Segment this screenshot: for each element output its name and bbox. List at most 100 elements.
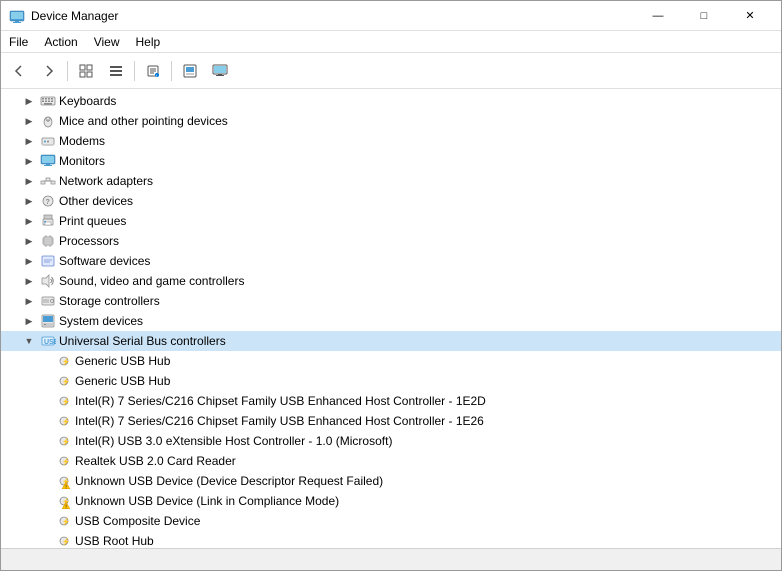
tree-item-keyboards[interactable]: ▶ Keyboards [1, 91, 781, 111]
toolbar-view3[interactable] [176, 57, 204, 85]
expand-software[interactable]: ▶ [21, 253, 37, 269]
menu-help[interactable]: Help [128, 33, 169, 51]
expand-mice[interactable]: ▶ [21, 113, 37, 129]
usb-intel1-label: Intel(R) 7 Series/C216 Chipset Family US… [75, 394, 486, 408]
storage-label: Storage controllers [59, 294, 160, 308]
tree-item-storage[interactable]: ▶ Storage controllers [1, 291, 781, 311]
usb-device-icon-1: ⚡ [56, 353, 72, 369]
tree-item-sound[interactable]: ▶ Sound, video and game controllers [1, 271, 781, 291]
usb-device-icon-9: ⚡ [56, 513, 72, 529]
tree-item-system[interactable]: ▶ System devices [1, 311, 781, 331]
expand-keyboards[interactable]: ▶ [21, 93, 37, 109]
usb-composite-label: USB Composite Device [75, 514, 200, 528]
svg-text:⚡: ⚡ [62, 537, 71, 546]
expand-network[interactable]: ▶ [21, 173, 37, 189]
usb-realtek-label: Realtek USB 2.0 Card Reader [75, 454, 236, 468]
toolbar-view1[interactable] [72, 57, 100, 85]
usb-device-icon-5: ⚡ [56, 433, 72, 449]
tree-item-usb-hub-1[interactable]: ▶ ⚡ Generic USB Hub [1, 351, 781, 371]
svg-text:⚡: ⚡ [62, 357, 71, 366]
network-icon [40, 173, 56, 189]
expand-system[interactable]: ▶ [21, 313, 37, 329]
system-icon [40, 313, 56, 329]
svg-text:⚡: ⚡ [62, 417, 71, 426]
expand-sound[interactable]: ▶ [21, 273, 37, 289]
tree-item-usb-intel-3[interactable]: ▶ ⚡ Intel(R) USB 3.0 eXtensible Host Con… [1, 431, 781, 451]
tree-item-usb-root-1[interactable]: ▶ ⚡ USB Root Hub [1, 531, 781, 548]
tree-panel[interactable]: ▶ Keyboards [1, 89, 781, 548]
usb-root1-label: USB Root Hub [75, 534, 154, 548]
tree-item-printq[interactable]: ▶ Print queues [1, 211, 781, 231]
menu-file[interactable]: File [1, 33, 36, 51]
app-icon [9, 8, 25, 24]
usb-device-icon-2: ⚡ [56, 373, 72, 389]
toolbar-sep-3 [171, 61, 172, 81]
maximize-button[interactable]: □ [681, 1, 727, 31]
usb-intel2-label: Intel(R) 7 Series/C216 Chipset Family US… [75, 414, 484, 428]
expand-printq[interactable]: ▶ [21, 213, 37, 229]
svg-text:⚡: ⚡ [62, 457, 71, 466]
usb-icon: USB [40, 333, 56, 349]
expand-storage[interactable]: ▶ [21, 293, 37, 309]
monitor-icon [40, 153, 56, 169]
storage-icon [40, 293, 56, 309]
tree-item-network[interactable]: ▶ Network adapters [1, 171, 781, 191]
processor-icon [40, 233, 56, 249]
toolbar-properties[interactable]: i [139, 57, 167, 85]
svg-text:⚡: ⚡ [62, 397, 71, 406]
toolbar-monitor[interactable] [206, 57, 234, 85]
toolbar: i [1, 53, 781, 89]
menu-view[interactable]: View [86, 33, 128, 51]
tree-item-usb-intel-2[interactable]: ▶ ⚡ Intel(R) 7 Series/C216 Chipset Famil… [1, 411, 781, 431]
sound-icon [40, 273, 56, 289]
toolbar-sep-1 [67, 61, 68, 81]
usb-device-icon-3: ⚡ [56, 393, 72, 409]
tree-item-monitors[interactable]: ▶ Monitors [1, 151, 781, 171]
tree-item-other[interactable]: ▶ ? Other devices [1, 191, 781, 211]
title-bar: Device Manager — □ ✕ [1, 1, 781, 31]
tree-item-processors[interactable]: ▶ [1, 231, 781, 251]
software-icon [40, 253, 56, 269]
usb-warning-icon-1: ⚡ ! [56, 473, 72, 489]
expand-usb[interactable]: ▼ [21, 333, 37, 349]
usb-warning-icon-2: ⚡ ! [56, 493, 72, 509]
toolbar-forward[interactable] [35, 57, 63, 85]
toolbar-back[interactable] [5, 57, 33, 85]
tree-item-software[interactable]: ▶ Software devices [1, 251, 781, 271]
usb-device-icon-6: ⚡ [56, 453, 72, 469]
menu-bar: File Action View Help [1, 31, 781, 53]
usb-intel3-label: Intel(R) USB 3.0 eXtensible Host Control… [75, 434, 392, 448]
usb-hub2-label: Generic USB Hub [75, 374, 170, 388]
expand-processors[interactable]: ▶ [21, 233, 37, 249]
tree-item-mice[interactable]: ▶ Mice and other pointing devices [1, 111, 781, 131]
svg-text:?: ? [46, 199, 50, 206]
usb-unknown2-label: Unknown USB Device (Link in Compliance M… [75, 494, 339, 508]
expand-other[interactable]: ▶ [21, 193, 37, 209]
tree-item-usb-unknown-1[interactable]: ▶ ⚡ ! Unknown USB Device (Device Descrip… [1, 471, 781, 491]
usb-hub1-label: Generic USB Hub [75, 354, 170, 368]
tree-item-usb[interactable]: ▼ USB Universal Serial Bus controllers [1, 331, 781, 351]
usb-device-icon-4: ⚡ [56, 413, 72, 429]
svg-text:⚡: ⚡ [62, 517, 71, 526]
tree-item-usb-realtek[interactable]: ▶ ⚡ Realtek USB 2.0 Card Reader [1, 451, 781, 471]
device-manager-window: Device Manager — □ ✕ File Action View He… [0, 0, 782, 571]
tree-item-modems[interactable]: ▶ Modems [1, 131, 781, 151]
printer-icon [40, 213, 56, 229]
printq-label: Print queues [59, 214, 126, 228]
svg-text:⚡: ⚡ [62, 377, 71, 386]
modem-icon [40, 133, 56, 149]
tree-item-usb-hub-2[interactable]: ▶ ⚡ Generic USB Hub [1, 371, 781, 391]
window-controls: — □ ✕ [635, 1, 773, 31]
tree-item-usb-intel-1[interactable]: ▶ ⚡ Intel(R) 7 Series/C216 Chipset Famil… [1, 391, 781, 411]
tree-item-usb-unknown-2[interactable]: ▶ ⚡ ! Unknown USB Device (Link in Compli… [1, 491, 781, 511]
window-title: Device Manager [31, 9, 635, 23]
close-button[interactable]: ✕ [727, 1, 773, 31]
status-bar [1, 548, 781, 570]
monitors-label: Monitors [59, 154, 105, 168]
toolbar-view2[interactable] [102, 57, 130, 85]
expand-modems[interactable]: ▶ [21, 133, 37, 149]
menu-action[interactable]: Action [36, 33, 85, 51]
minimize-button[interactable]: — [635, 1, 681, 31]
tree-item-usb-composite[interactable]: ▶ ⚡ USB Composite Device [1, 511, 781, 531]
expand-monitors[interactable]: ▶ [21, 153, 37, 169]
